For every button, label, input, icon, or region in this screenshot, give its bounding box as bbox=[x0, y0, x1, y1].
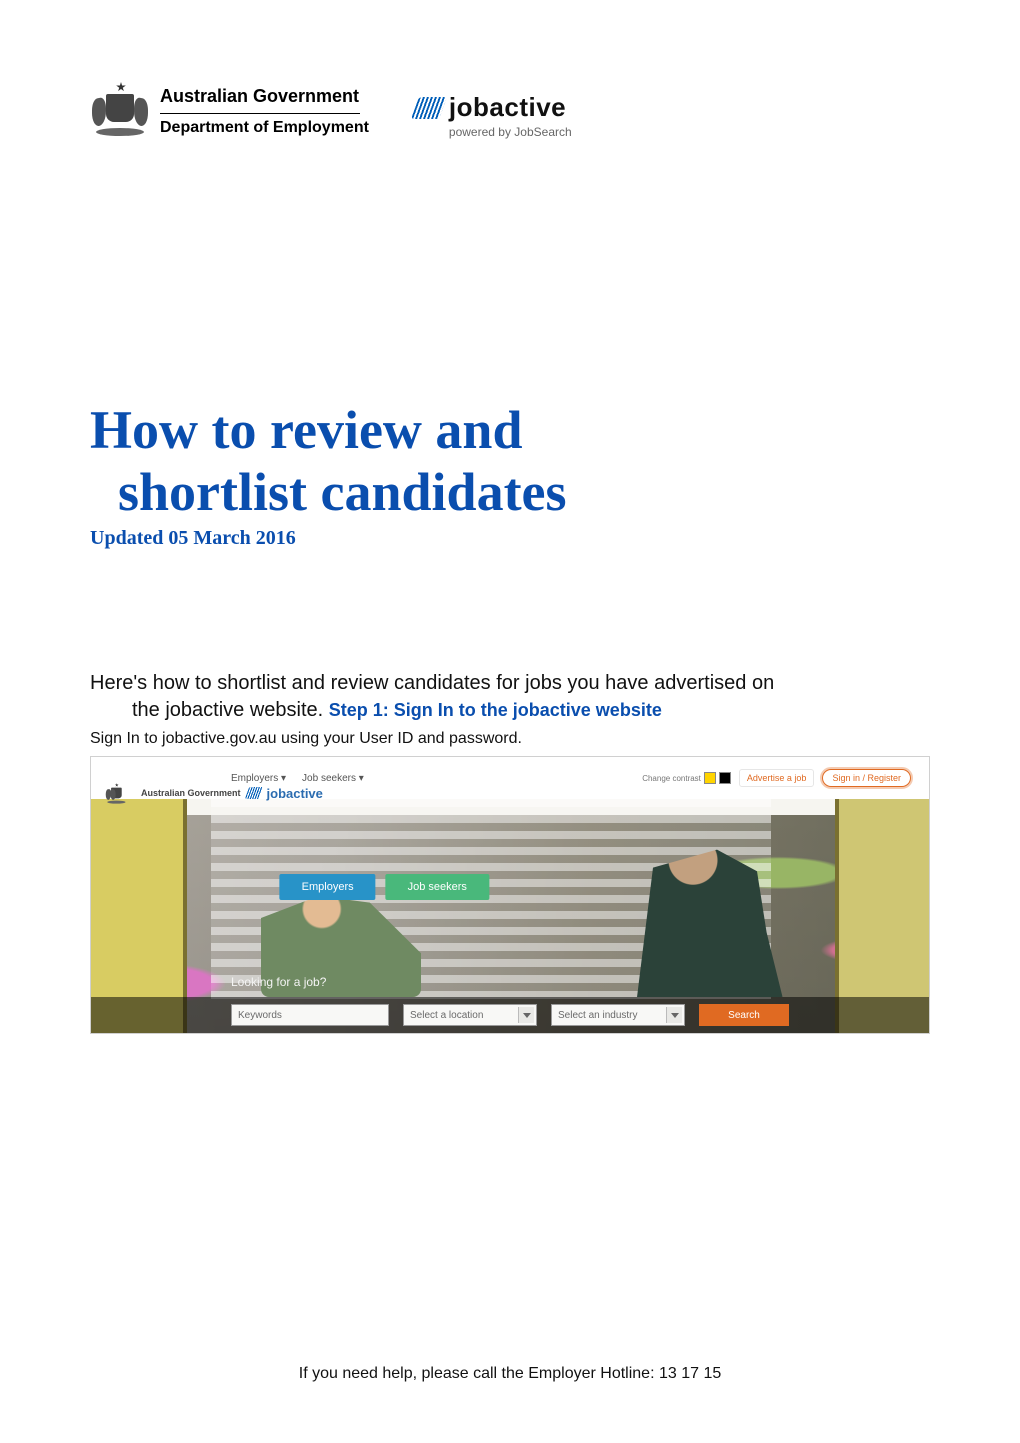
highlight-ring-icon bbox=[820, 767, 913, 789]
aus-gov-text: Australian Government Department of Empl… bbox=[160, 80, 369, 137]
page: Australian Government Department of Empl… bbox=[0, 0, 1020, 1443]
contrast-yellow-icon[interactable] bbox=[704, 772, 716, 784]
intro-line-2: the jobactive website. bbox=[132, 699, 329, 721]
footer-text: If you need help, please call the Employ… bbox=[0, 1365, 1020, 1383]
intro-text: Here's how to shortlist and review candi… bbox=[90, 670, 930, 724]
jobactive-mark-icon bbox=[411, 97, 447, 119]
aus-gov-bottom: Department of Employment bbox=[160, 119, 369, 137]
chevron-down-icon bbox=[671, 1013, 679, 1018]
jobactive-subtitle: powered by JobSearch bbox=[415, 125, 572, 139]
title-line-2: shortlist candidates bbox=[90, 461, 930, 523]
page-title: How to review and shortlist candidates bbox=[90, 399, 930, 523]
signin-instruction: Sign In to jobactive.gov.au using your U… bbox=[90, 730, 930, 748]
hero-jobseekers-button[interactable]: Job seekers bbox=[386, 874, 489, 900]
screenshot-jobactive-title: jobactive bbox=[267, 786, 323, 801]
chevron-down-icon bbox=[523, 1013, 531, 1018]
contrast-toggle[interactable]: Change contrast bbox=[642, 772, 731, 784]
contrast-black-icon[interactable] bbox=[719, 772, 731, 784]
jobactive-mark-mini-icon bbox=[244, 787, 262, 799]
keywords-input[interactable]: Keywords bbox=[231, 1004, 389, 1026]
screenshot-topbar-logo: Australian Government jobactive bbox=[105, 765, 323, 821]
title-line-1: How to review and bbox=[90, 400, 522, 460]
dropdown-icon bbox=[518, 1007, 534, 1023]
aus-gov-top: Australian Government bbox=[160, 86, 369, 107]
jobactive-screenshot: Australian Government jobactive Employer… bbox=[90, 756, 930, 1034]
jobactive-logo: jobactive powered by JobSearch bbox=[415, 80, 572, 139]
aus-gov-logo: Australian Government Department of Empl… bbox=[90, 80, 369, 137]
sign-in-register-button[interactable]: Sign in / Register bbox=[822, 769, 911, 787]
updated-date: Updated 05 March 2016 bbox=[90, 527, 930, 550]
keywords-placeholder: Keywords bbox=[238, 1010, 282, 1021]
hero-buttons: Employers Job seekers bbox=[280, 874, 489, 900]
dropdown-icon bbox=[666, 1007, 682, 1023]
contrast-label: Change contrast bbox=[642, 774, 701, 783]
looking-for-job-label: Looking for a job? bbox=[231, 975, 326, 989]
coat-of-arms-icon bbox=[90, 80, 150, 136]
advertise-job-button[interactable]: Advertise a job bbox=[739, 769, 815, 787]
location-placeholder: Select a location bbox=[410, 1010, 483, 1021]
location-select[interactable]: Select a location bbox=[403, 1004, 537, 1026]
screenshot-gov-text: Australian Government bbox=[141, 788, 241, 798]
jobactive-title: jobactive bbox=[449, 92, 566, 123]
intro-line-1: Here's how to shortlist and review candi… bbox=[90, 672, 774, 694]
hero-employers-button[interactable]: Employers bbox=[280, 874, 376, 900]
industry-select[interactable]: Select an industry bbox=[551, 1004, 685, 1026]
screenshot-topbar: Australian Government jobactive Employer… bbox=[91, 757, 929, 799]
search-button[interactable]: Search bbox=[699, 1004, 789, 1026]
coat-of-arms-mini-icon bbox=[105, 783, 116, 804]
search-bar: Keywords Select a location Select an ind… bbox=[91, 997, 929, 1033]
header-logos: Australian Government Department of Empl… bbox=[90, 80, 930, 139]
step-1-heading: Step 1: Sign In to the jobactive website bbox=[329, 700, 662, 720]
industry-placeholder: Select an industry bbox=[558, 1010, 638, 1021]
